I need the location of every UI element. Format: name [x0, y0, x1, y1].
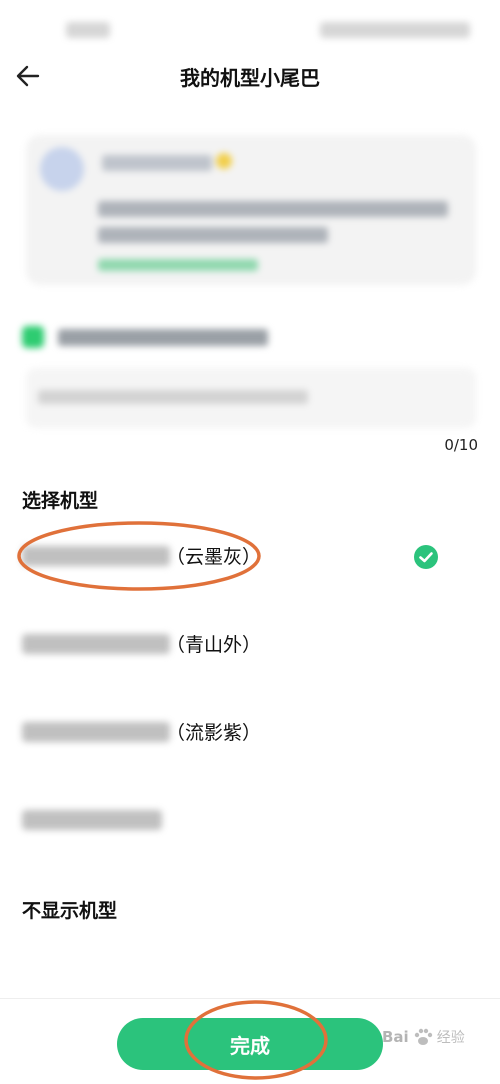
model-option-4[interactable]: [0, 786, 500, 856]
model-color-label: （青山外）: [166, 634, 262, 656]
model-color-label: （云墨灰）: [166, 546, 262, 568]
char-counter: 0/10: [444, 436, 478, 454]
watermark-suffix: 经验: [436, 1030, 465, 1046]
preview-tail-line: [98, 259, 258, 271]
preview-text-line: [98, 227, 328, 243]
tail-preview-card: [26, 135, 476, 285]
preview-text-line: [98, 201, 448, 217]
model-option-2[interactable]: （青山外）: [0, 610, 500, 680]
divider: [0, 998, 500, 999]
model-option-3[interactable]: （流影紫）: [0, 698, 500, 768]
hide-model-option[interactable]: 不显示机型: [22, 896, 117, 923]
status-bar: [0, 0, 500, 52]
check-circle-icon: [414, 545, 438, 569]
model-name: [22, 546, 170, 566]
preview-username: [102, 155, 212, 171]
model-color-label: （流影紫）: [166, 722, 262, 744]
header: 我的机型小尾巴: [0, 52, 500, 100]
input-placeholder: [38, 390, 308, 404]
custom-tail-input[interactable]: [26, 368, 476, 428]
model-option-1[interactable]: （云墨灰）: [0, 522, 500, 592]
badge-icon: [216, 153, 232, 169]
toggle-label: [58, 329, 268, 346]
status-icons: [320, 22, 470, 38]
model-name: [22, 634, 170, 654]
paw-icon: [414, 1028, 432, 1045]
watermark-brand: Bai: [382, 1028, 409, 1046]
model-name: [22, 722, 170, 742]
avatar: [40, 147, 84, 191]
watermark: Bai 经验: [382, 1026, 465, 1048]
done-button[interactable]: 完成: [117, 1018, 383, 1070]
checkbox-icon[interactable]: [22, 326, 44, 348]
page-title: 我的机型小尾巴: [180, 66, 320, 90]
section-title: 选择机型: [22, 490, 99, 512]
model-name: [22, 810, 162, 830]
custom-tail-toggle[interactable]: [22, 322, 322, 352]
status-time: [66, 22, 110, 38]
